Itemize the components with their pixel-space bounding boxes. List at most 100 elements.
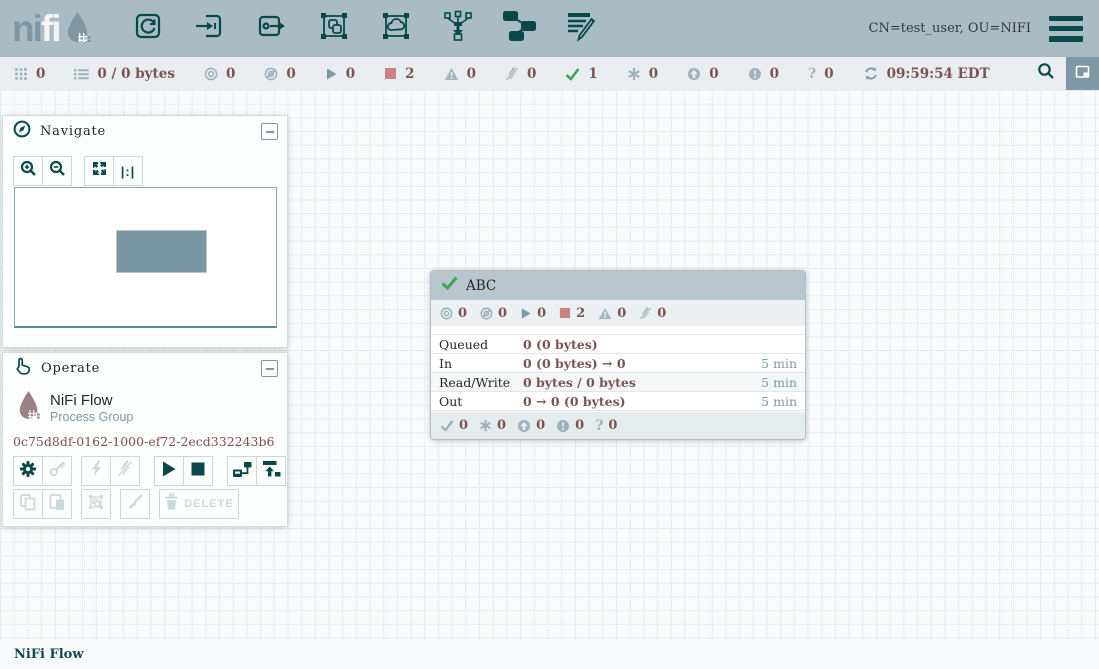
active-threads-status: 0 <box>14 66 45 82</box>
lightning-slash-icon <box>117 460 133 482</box>
global-menu-button[interactable] <box>1049 16 1083 42</box>
delete-button[interactable]: DELETE <box>159 489 239 519</box>
selected-flow-id: 0c75d8df-0162-1000-ef72-2ecd332243b6 <box>13 434 287 449</box>
operate-collapse-button[interactable] <box>261 360 278 377</box>
running-status: 0 <box>325 66 355 82</box>
pg-sync-failure-count: ? 0 <box>595 418 617 434</box>
process-group-header[interactable]: ABC <box>431 271 805 300</box>
disable-button[interactable] <box>110 456 140 486</box>
exclamation-circle-icon <box>556 419 570 433</box>
remote-process-group-icon <box>379 9 413 48</box>
navigate-panel: Navigate |:| <box>2 115 288 348</box>
not-transmitting-icon <box>264 67 278 81</box>
operate-buttons-row-2: DELETE <box>13 489 287 519</box>
valid-check-icon <box>441 276 458 295</box>
output-port-icon <box>255 9 289 48</box>
group-button[interactable] <box>81 489 111 519</box>
hand-pointer-icon <box>13 356 32 380</box>
navigate-collapse-button[interactable] <box>261 123 278 140</box>
search-button[interactable] <box>1027 57 1065 90</box>
minus-icon <box>266 131 274 133</box>
paste-button[interactable] <box>42 489 72 519</box>
locally-modified-stale-status: 0 <box>748 66 779 82</box>
stale-icon <box>687 67 701 81</box>
zoom-in-button[interactable] <box>13 156 43 186</box>
transmitting-icon <box>204 67 218 81</box>
pg-stale-count: 0 <box>517 418 545 433</box>
locally-modified-stale-icon <box>748 67 762 81</box>
hamburger-icon <box>1049 16 1083 22</box>
enable-button[interactable] <box>81 456 111 486</box>
birdseye-toggle-button[interactable] <box>1066 57 1099 90</box>
fill-color-button[interactable] <box>120 489 150 519</box>
up-to-date-status: 1 <box>565 66 597 82</box>
selected-component-info: NiFi Flow Process Group <box>16 390 287 426</box>
configure-button[interactable] <box>13 456 43 486</box>
save-template-icon <box>232 460 252 483</box>
pg-transmitting-count: 0 <box>440 306 467 321</box>
breadcrumb-root-link[interactable]: NiFi Flow <box>14 647 84 662</box>
stale-status: 0 <box>687 66 718 82</box>
upload-template-button[interactable] <box>256 456 286 486</box>
running-icon <box>325 67 338 81</box>
up-to-date-check-icon <box>565 67 580 81</box>
transmitting-status: 0 <box>204 66 235 82</box>
start-button[interactable] <box>154 456 184 486</box>
funnel-drag-button[interactable] <box>427 0 489 57</box>
pg-not-transmitting-count: 0 <box>480 306 507 321</box>
birdseye-minimap[interactable] <box>14 187 277 328</box>
stats-row-queued: Queued 0 (0 bytes) <box>431 335 805 354</box>
refresh-status[interactable]: 09:59:54 EDT <box>863 66 990 82</box>
copy-icon <box>19 493 37 516</box>
question-icon: ? <box>595 418 603 434</box>
operate-panel: Operate NiFi Flow Process Group 0c75d8df… <box>2 352 288 527</box>
paint-brush-icon <box>126 493 144 516</box>
stop-button[interactable] <box>183 456 213 486</box>
processor-icon <box>131 9 165 48</box>
logo-text-ni: ni <box>12 9 41 49</box>
processor-drag-button[interactable] <box>117 0 179 57</box>
queued-status: 0 / 0 bytes <box>74 66 175 82</box>
access-policies-button[interactable] <box>42 456 72 486</box>
zoom-out-button[interactable] <box>42 156 72 186</box>
pg-up-to-date-count: 0 <box>440 418 468 433</box>
selected-flow-name: NiFi Flow <box>50 392 133 409</box>
key-icon <box>49 460 66 482</box>
group-selection-icon <box>87 493 105 516</box>
operate-buttons-row-1 <box>13 456 287 486</box>
selected-flow-type: Process Group <box>50 410 133 424</box>
process-group-drag-button[interactable] <box>303 0 365 57</box>
process-group-component-counts: 0 0 0 2 0 0 <box>431 300 805 326</box>
stats-row-in: In 0 (0 bytes) → 0 5 min <box>431 354 805 373</box>
current-user-label: CN=test_user, OU=NIFI <box>869 21 1032 36</box>
output-port-drag-button[interactable] <box>241 0 303 57</box>
input-port-drag-button[interactable] <box>179 0 241 57</box>
paste-icon <box>48 493 66 516</box>
locally-modified-icon <box>627 67 641 81</box>
running-icon <box>520 307 532 320</box>
process-group-name: ABC <box>466 278 496 294</box>
operate-header: Operate <box>3 353 287 383</box>
pg-locally-modified-stale-count: 0 <box>556 418 584 433</box>
sync-failure-icon: ? <box>808 66 816 82</box>
input-port-icon <box>193 9 227 48</box>
process-group-stats-table: Queued 0 (0 bytes) In 0 (0 bytes) → 0 5 … <box>431 334 805 411</box>
minimap-process-group-rect[interactable] <box>116 230 207 273</box>
pg-disabled-count: 0 <box>639 306 666 321</box>
navigate-header: Navigate <box>3 116 287 146</box>
label-drag-button[interactable] <box>551 0 613 57</box>
upload-template-icon <box>261 459 281 483</box>
save-template-button[interactable] <box>227 456 257 486</box>
pg-stopped-count: 2 <box>559 306 585 321</box>
process-group-icon <box>317 9 351 48</box>
template-drag-button[interactable] <box>489 0 551 57</box>
process-group-component[interactable]: ABC 0 0 0 2 0 0 Queued 0 (0 byte <box>430 270 806 440</box>
zoom-fit-button[interactable] <box>84 156 114 186</box>
copy-button[interactable] <box>13 489 43 519</box>
not-transmitting-status: 0 <box>264 66 295 82</box>
invalid-icon <box>598 307 612 320</box>
disabled-status: 0 <box>505 66 536 82</box>
delete-button-label: DELETE <box>184 498 233 510</box>
remote-process-group-drag-button[interactable] <box>365 0 427 57</box>
actual-size-button[interactable]: |:| <box>113 156 143 186</box>
